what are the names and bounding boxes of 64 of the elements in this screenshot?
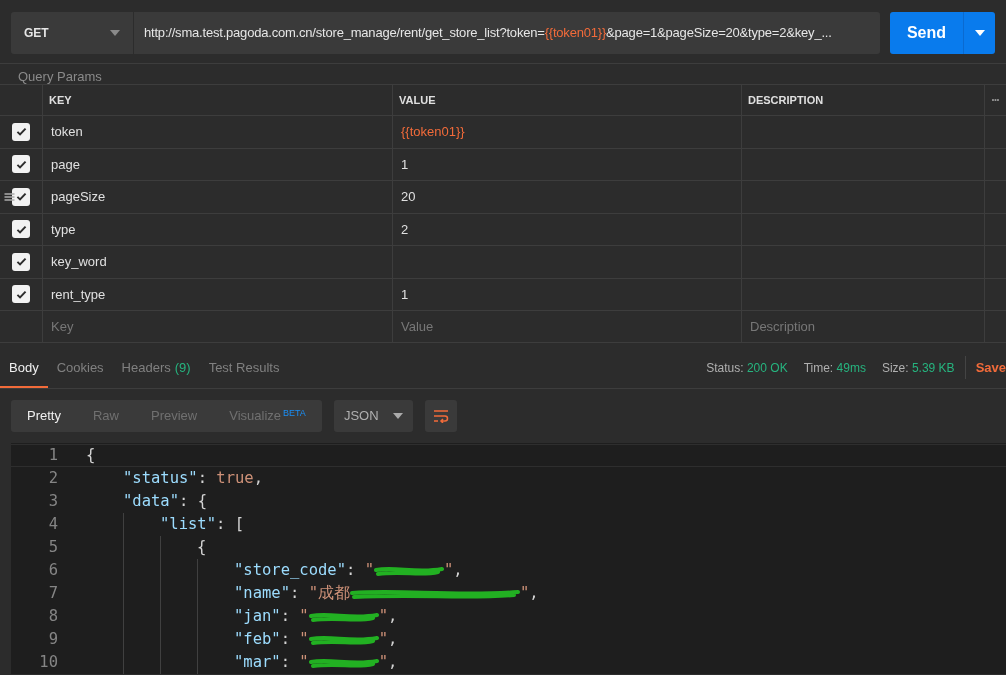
checkbox[interactable] — [12, 187, 30, 206]
column-header: DESCRIPTION — [748, 92, 824, 108]
param-value[interactable]: 1 — [401, 154, 409, 174]
param-value[interactable]: 1 — [401, 284, 409, 304]
line-number: 8 — [47, 605, 58, 627]
view-mode-tab[interactable]: Pretty — [11, 400, 77, 432]
caret-icon — [974, 30, 985, 36]
key-field[interactable]: Key — [51, 316, 384, 337]
response-tab[interactable]: Test Results — [199, 347, 289, 388]
code-line: "jan": " ", — [234, 605, 398, 627]
param-key[interactable]: page — [51, 154, 80, 174]
send-button[interactable]: Send — [890, 12, 963, 54]
response-tab[interactable]: Cookies — [47, 347, 113, 388]
code-line: "name": "成都 ", — [234, 582, 539, 604]
param-value[interactable]: {{token01}} — [401, 122, 465, 142]
line-number: 3 — [47, 490, 58, 512]
param-key[interactable]: key_word — [51, 252, 107, 272]
line-number: 6 — [47, 559, 58, 581]
description-field[interactable]: Description — [750, 316, 976, 337]
line-number: 2 — [47, 467, 58, 489]
checkbox[interactable] — [12, 122, 30, 141]
line-number: 10 — [38, 651, 58, 673]
line-number: 5 — [47, 536, 58, 558]
checkbox[interactable] — [12, 285, 30, 304]
param-value[interactable]: 20 — [401, 187, 416, 207]
section-title: Query Params — [18, 69, 102, 85]
wrap-lines-button[interactable] — [424, 400, 457, 432]
response-stat: Time: 49ms — [803, 359, 866, 377]
code-line: "store_code": " ", — [234, 559, 463, 581]
code-line: "data": { — [123, 490, 207, 512]
url-field[interactable]: http://sma.test.pagoda.com.cn/store_manage/rent/get_store_list?token={{token01}}&page=1&pageSize=20&type=2&key_... — [134, 12, 880, 54]
code-line: "feb": " ", — [234, 628, 398, 650]
checkbox[interactable] — [12, 252, 30, 271]
param-key[interactable]: rent_type — [51, 284, 106, 304]
response-tab[interactable]: Body — [0, 347, 48, 388]
caret-icon — [110, 30, 120, 36]
caret-icon — [392, 413, 403, 419]
column-header: VALUE — [399, 92, 436, 108]
save-link[interactable]: Save — [975, 357, 1006, 378]
code-line: "status": true, — [123, 467, 263, 489]
send-options-button[interactable] — [963, 12, 995, 54]
response-stat: Size: 5.39 KB — [881, 359, 955, 377]
format-dropdown[interactable]: JSON — [333, 400, 413, 432]
checkbox[interactable] — [12, 155, 30, 174]
code-line: "mar": " ", — [234, 651, 398, 673]
code-line: { — [197, 536, 207, 558]
wrap-icon — [432, 409, 449, 423]
column-header: KEY — [49, 92, 72, 108]
line-number: 7 — [47, 582, 58, 604]
code-line: { — [86, 444, 96, 466]
line-number: 1 — [47, 444, 58, 466]
response-tab[interactable]: Headers (9) — [112, 347, 200, 388]
param-key[interactable]: type — [51, 219, 76, 239]
method-dropdown[interactable]: GET — [11, 12, 134, 54]
code-line: "list": [ — [160, 513, 244, 535]
line-number: 4 — [47, 513, 58, 535]
line-number: 9 — [47, 628, 58, 650]
response-stat: Status: 200 OK — [706, 359, 788, 377]
param-value[interactable]: 2 — [401, 219, 409, 239]
param-key[interactable]: token — [51, 122, 83, 142]
drag-handle-icon[interactable] — [4, 192, 15, 201]
param-key[interactable]: pageSize — [51, 187, 106, 207]
value-field[interactable]: Value — [401, 316, 733, 337]
checkbox[interactable] — [12, 220, 30, 239]
